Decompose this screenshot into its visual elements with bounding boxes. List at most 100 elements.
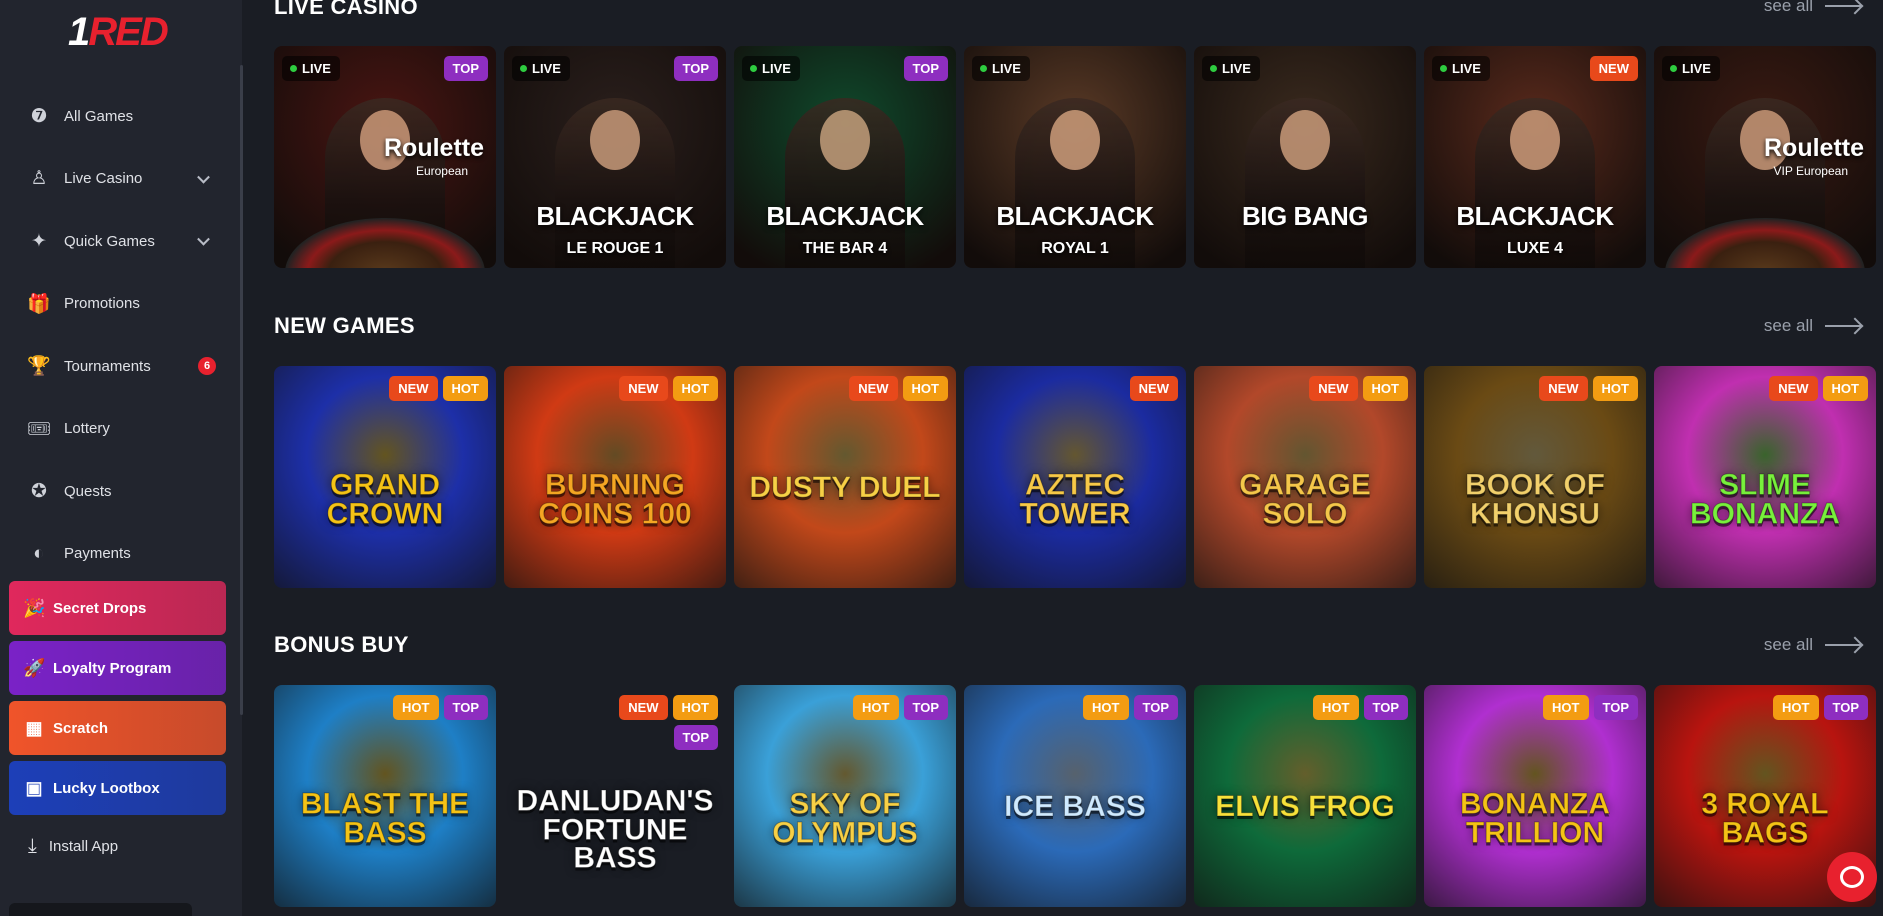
secret-drops-button[interactable]: 🎉 Secret Drops xyxy=(9,581,226,635)
sidebar: 1RED ❼ All Games ♙ Live Casino ✦ Quick Games 🎁… xyxy=(0,0,243,916)
roulette-wheel-image xyxy=(1665,218,1865,268)
game-card-aztec-tower[interactable]: AZTEC TOWER NEW xyxy=(964,366,1186,588)
download-icon: ⤓ xyxy=(28,835,37,857)
new-badge: NEW xyxy=(849,376,898,401)
sidebar-item-label: Live Casino xyxy=(64,170,143,188)
game-card-live[interactable]: Roulette European LIVE TOP xyxy=(274,46,496,268)
sidebar-item-promotions[interactable]: 🎁 Promotions xyxy=(0,273,238,336)
game-title: GRAND CROWN xyxy=(326,468,444,530)
hot-badge: HOT xyxy=(1362,376,1408,401)
sidebar-item-payments[interactable]: ◐ Payments xyxy=(0,523,238,586)
chevron-down-icon[interactable] xyxy=(197,170,210,184)
badge-group: NEW HOT xyxy=(1498,376,1638,401)
sidebar-item-label: Quests xyxy=(64,482,112,500)
brand-logo[interactable]: 1RED xyxy=(68,10,169,55)
game-subtitle: LE ROUGE 1 xyxy=(566,240,664,257)
hot-badge: HOT xyxy=(853,695,899,720)
gift-icon: 🎁 xyxy=(27,293,51,315)
game-card-live[interactable]: Roulette VIP European LIVE xyxy=(1654,46,1876,268)
game-subtitle: THE BAR 4 xyxy=(802,240,888,257)
live-casino-see-all[interactable]: see all xyxy=(1764,0,1861,16)
game-card-live[interactable]: BLACKJACK ROYAL 1 LIVE xyxy=(964,46,1186,268)
game-title: BOOK OF KHONSU xyxy=(1465,468,1606,530)
new-badge: NEW xyxy=(1769,376,1818,401)
game-card-danludan-s-fortune-bass[interactable]: DANLUDAN'S FORTUNE BASS NEW HOT TOP xyxy=(504,685,726,907)
top-badge: TOP xyxy=(673,725,718,750)
badge-group: TOP xyxy=(808,56,948,81)
chat-icon xyxy=(1840,866,1864,888)
lootbox-icon: ▣ xyxy=(25,777,43,798)
game-title: ELVIS FROG xyxy=(1215,790,1395,824)
hot-badge: HOT xyxy=(1083,695,1129,720)
game-card-live[interactable]: BLACKJACK LUXE 4 LIVE NEW xyxy=(1424,46,1646,268)
game-card-sky-of-olympus[interactable]: SKY OF OLYMPUS HOT TOP xyxy=(734,685,956,907)
top-badge: TOP xyxy=(903,695,948,720)
game-card-garage-solo[interactable]: GARAGE SOLO NEW HOT xyxy=(1194,366,1416,588)
roulette-wheel-image xyxy=(285,218,485,268)
live-indicator: LIVE xyxy=(512,56,570,81)
game-card-dusty-duel[interactable]: DUSTY DUEL NEW HOT xyxy=(734,366,956,588)
badge-group: NEW HOT TOP xyxy=(578,695,718,750)
sidebar-item-label: Tournaments xyxy=(64,357,151,375)
game-title: GARAGE SOLO xyxy=(1239,468,1372,530)
sidebar-item-quick-games[interactable]: ✦ Quick Games xyxy=(0,210,238,273)
top-badge: TOP xyxy=(1593,695,1638,720)
badge-group: HOT TOP xyxy=(1268,695,1408,720)
game-title: SKY OF OLYMPUS xyxy=(772,787,919,849)
chevron-down-icon[interactable] xyxy=(197,233,210,246)
new-badge: NEW xyxy=(389,376,438,401)
game-card-ice-bass[interactable]: ICE BASS HOT TOP xyxy=(964,685,1186,907)
game-title: BIG BANG xyxy=(1242,201,1369,231)
promo-label: Scratch xyxy=(53,719,109,737)
loyalty-program-button[interactable]: 🚀 Loyalty Program xyxy=(9,641,226,695)
see-all-label: see all xyxy=(1763,635,1813,654)
game-card-slime-bonanza[interactable]: SLIME BONANZA NEW HOT xyxy=(1654,366,1876,588)
game-card-elvis-frog[interactable]: ELVIS FROG HOT TOP xyxy=(1194,685,1416,907)
hot-badge: HOT xyxy=(1592,376,1638,401)
game-card-bonanza-trillion[interactable]: BONANZA TRILLION HOT TOP xyxy=(1424,685,1646,907)
game-card-live[interactable]: BIG BANG LIVE xyxy=(1194,46,1416,268)
hot-badge: HOT xyxy=(1543,695,1589,720)
sidebar-item-live-casino[interactable]: ♙ Live Casino xyxy=(0,148,238,211)
bonus-buy-see-all[interactable]: see all xyxy=(1764,635,1861,655)
badge-group: TOP xyxy=(348,56,488,81)
dealer-icon: ♙ xyxy=(30,168,48,190)
scratch-button[interactable]: ▦ Scratch xyxy=(9,701,226,755)
game-card-live[interactable]: BLACKJACK THE BAR 4 LIVE TOP xyxy=(734,46,956,268)
game-card-live[interactable]: BLACKJACK LE ROUGE 1 LIVE TOP xyxy=(504,46,726,268)
live-indicator: LIVE xyxy=(1202,56,1260,81)
new-games-see-all[interactable]: see all xyxy=(1764,316,1861,336)
see-all-label: see all xyxy=(1763,0,1813,15)
chat-support-button[interactable] xyxy=(1827,852,1877,902)
quick-games-icon: ✦ xyxy=(31,230,47,252)
sidebar-nav: ❼ All Games ♙ Live Casino ✦ Quick Games 🎁 Promo… xyxy=(0,85,238,585)
top-badge: TOP xyxy=(443,695,488,720)
top-badge: TOP xyxy=(1133,695,1178,720)
live-indicator: LIVE xyxy=(742,56,800,81)
sidebar-item-lottery[interactable]: 🎟 Lottery xyxy=(0,398,238,461)
badge-group: NEW xyxy=(1498,56,1638,81)
game-card-burning-coins-100[interactable]: BURNING COINS 100 NEW HOT xyxy=(504,366,726,588)
game-card-blast-the-bass[interactable]: BLAST THE BASS HOT TOP xyxy=(274,685,496,907)
new-games-title: NEW GAMES xyxy=(274,313,415,338)
see-all-label: see all xyxy=(1763,316,1813,335)
install-app-button[interactable]: ⤓ Install App xyxy=(28,835,118,858)
tournaments-count-badge: 6 xyxy=(198,357,216,376)
new-badge: NEW xyxy=(1539,376,1588,401)
hot-badge: HOT xyxy=(1822,376,1868,401)
sidebar-item-quests[interactable]: ✪ Quests xyxy=(0,460,238,523)
badge-group: TOP xyxy=(578,56,718,81)
game-card-book-of-khonsu[interactable]: BOOK OF KHONSU NEW HOT xyxy=(1424,366,1646,588)
game-title: ICE BASS xyxy=(1004,790,1147,824)
sidebar-item-tournaments[interactable]: 🏆 Tournaments 6 xyxy=(0,335,238,398)
sidebar-footer-panel xyxy=(9,903,192,916)
bonus-buy-row: BLAST THE BASS HOT TOP DANLUDAN'S FORTUNE B… xyxy=(274,685,1876,907)
game-card-grand-crown[interactable]: GRAND CROWN NEW HOT xyxy=(274,366,496,588)
game-title: BLACKJACK xyxy=(1456,201,1614,231)
lucky-lootbox-button[interactable]: ▣ Lucky Lootbox xyxy=(9,761,226,815)
sidebar-item-label: Payments xyxy=(64,545,131,563)
arrow-right-icon xyxy=(1825,325,1861,327)
sidebar-item-all-games[interactable]: ❼ All Games xyxy=(0,85,238,148)
top-badge: TOP xyxy=(903,56,948,81)
install-app-label: Install App xyxy=(48,838,119,855)
